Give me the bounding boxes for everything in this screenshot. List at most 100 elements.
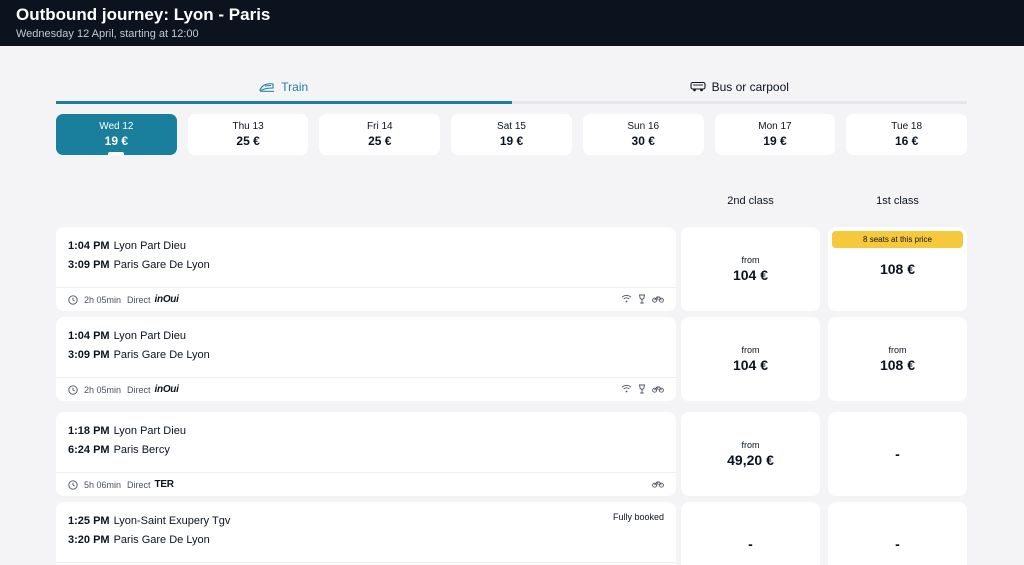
bar-icon [638,384,646,396]
departure-time: 1:18 PM [68,425,110,437]
departure: 1:25 PM Lyon-Saint Exupery Tgv [68,514,230,528]
duration: 2h 05min [84,384,122,395]
bike-icon [652,385,664,395]
train-icon [259,82,275,92]
bus-icon [690,81,706,92]
departure-time: 1:04 PM [68,240,110,252]
departure-station: Lyon-Saint Exupery Tgv [113,515,231,527]
first-class-fare[interactable]: - [828,412,967,496]
fare-price: 104 € [732,356,769,373]
date-day: Wed 12 [99,120,134,132]
first-class-fare[interactable]: 8 seats at this price 108 € [828,227,967,311]
fare-from-label: from [741,439,760,450]
fare-from-label: from [741,254,760,265]
date-price: 19 € [104,133,129,148]
departure-station: Lyon Part Dieu [113,240,186,252]
fare-from-label: from [741,344,760,355]
date-tab-mon-17[interactable]: Mon 17 19 € [714,114,836,155]
page-header: Outbound journey: Lyon - Paris Wednesday… [0,0,1024,46]
journey-card[interactable]: 1:04 PM Lyon Part Dieu 3:09 PM Paris Gare … [56,227,676,311]
date-day: Fri 14 [367,120,393,132]
journey-type: Direct [127,479,151,490]
arrival: 3:20 PM Paris Gare De Lyon [68,533,210,547]
seats-left-badge: 8 seats at this price [832,231,963,248]
second-class-header: 2nd class [727,195,774,207]
date-day: Mon 17 [758,120,792,132]
arrival-time: 3:09 PM [68,349,110,361]
page-subtitle: Wednesday 12 April, starting at 12:00 [16,28,199,40]
journey-card[interactable]: 1:25 PM Lyon-Saint Exupery Tgv 3:20 PM Par… [56,502,676,565]
journey-card[interactable]: 1:04 PM Lyon Part Dieu 3:09 PM Paris Gare … [56,317,676,401]
clock-icon [68,294,78,305]
bike-icon [652,480,664,490]
clock-icon [68,384,78,395]
fare-price: 104 € [732,266,769,283]
transport-mode-tabs: Train Bus or carpool [56,72,967,104]
journey-row: 1:18 PM Lyon Part Dieu 6:24 PM Paris Bercy… [56,412,967,496]
departure-station: Lyon Part Dieu [113,425,186,437]
second-class-fare[interactable]: from 104 € [681,227,820,311]
duration: 2h 05min [84,294,122,305]
amenities [621,384,664,396]
second-class-fare[interactable]: from 104 € [681,317,820,401]
departure: 1:04 PM Lyon Part Dieu [68,239,186,253]
date-day: Thu 13 [232,120,264,132]
departure-time: 1:04 PM [68,330,110,342]
second-class-fare[interactable]: from 49,20 € [681,412,820,496]
date-price: 25 € [236,133,260,148]
tab-bus-carpool-label: Bus or carpool [711,79,789,94]
date-tab-fri-14[interactable]: Fri 14 25 € [319,114,441,155]
date-tab-sat-15[interactable]: Sat 15 19 € [451,114,572,155]
bar-icon [638,294,646,306]
fare-unavailable: - [748,536,753,552]
journey-row: 1:04 PM Lyon Part Dieu 3:09 PM Paris Gare … [56,317,967,401]
journey-footer: 2h 05min Direct inOui [56,287,676,311]
page-title: Outbound journey: Lyon - Paris [16,5,271,24]
date-tab-tue-18[interactable]: Tue 18 16 € [846,114,968,155]
arrival: 6:24 PM Paris Bercy [68,443,170,457]
tab-bus-carpool[interactable]: Bus or carpool [511,72,967,104]
arrival-station: Paris Gare De Lyon [113,534,210,546]
fare-price: 108 € [879,261,916,277]
train-brand-logo: inOui [154,294,179,305]
first-class-fare[interactable]: - [828,502,967,565]
train-brand-logo: inOui [154,384,179,395]
arrival-station: Paris Gare De Lyon [113,349,210,361]
date-price: 19 € [763,133,787,148]
fare-price: 108 € [879,356,916,373]
bike-icon [652,295,664,305]
arrival-station: Paris Bercy [113,444,170,456]
journey-type: Direct [127,384,151,395]
wifi-icon [621,384,632,395]
arrival-time: 3:09 PM [68,259,110,271]
date-selector: Wed 12 19 € Thu 13 25 € Fri 14 25 € Sat … [56,114,968,155]
train-brand-logo: TER [154,479,174,490]
arrival-time: 3:20 PM [68,534,110,546]
tab-train[interactable]: Train [56,72,512,104]
amenities [621,294,664,306]
departure: 1:04 PM Lyon Part Dieu [68,329,186,343]
date-tab-sun-16[interactable]: Sun 16 30 € [582,114,704,155]
date-price: 25 € [368,133,392,148]
date-price: 16 € [894,133,919,148]
wifi-icon [621,294,632,305]
fare-from-label: from [888,344,907,355]
date-day: Tue 18 [891,120,923,132]
date-tab-thu-13[interactable]: Thu 13 25 € [187,114,309,155]
fare-price: 49,20 € [727,451,774,468]
duration: 5h 06min [84,479,122,490]
journey-footer: 2h 05min Direct inOui [56,377,676,401]
first-class-header: 1st class [876,195,919,207]
fully-booked-label: Fully booked [612,512,664,522]
second-class-fare[interactable]: - [681,502,820,565]
departure: 1:18 PM Lyon Part Dieu [68,424,186,438]
journey-row: 1:25 PM Lyon-Saint Exupery Tgv 3:20 PM Par… [56,502,967,565]
journey-type: Direct [127,294,151,305]
first-class-fare[interactable]: from 108 € [828,317,967,401]
arrival: 3:09 PM Paris Gare De Lyon [68,348,210,362]
clock-icon [68,479,78,490]
date-tab-wed-12[interactable]: Wed 12 19 € [56,114,177,155]
date-price: 30 € [631,133,655,148]
departure-station: Lyon Part Dieu [113,330,186,342]
journey-card[interactable]: 1:18 PM Lyon Part Dieu 6:24 PM Paris Bercy… [56,412,676,496]
